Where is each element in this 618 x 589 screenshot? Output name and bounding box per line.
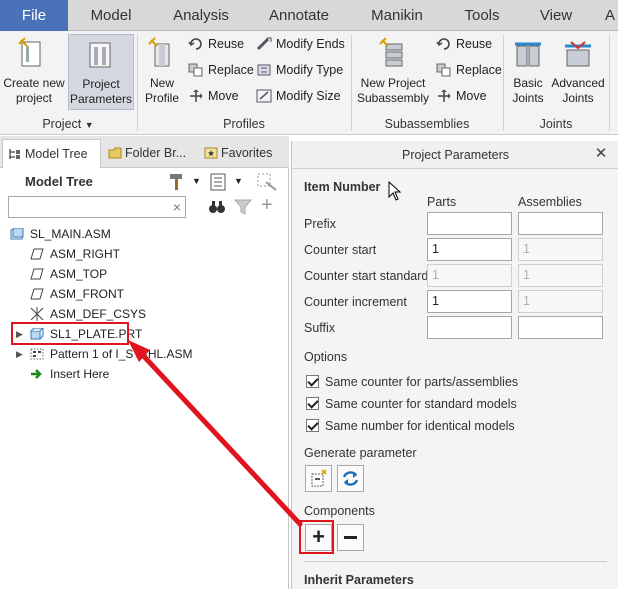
callout-arrow	[128, 340, 303, 527]
